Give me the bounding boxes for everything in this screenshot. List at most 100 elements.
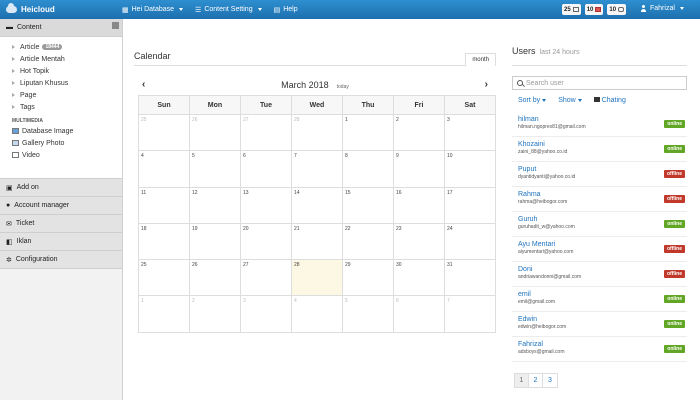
user-name[interactable]: emil bbox=[518, 291, 687, 298]
calendar-day-cell[interactable]: 24 bbox=[445, 223, 496, 261]
badge-chat[interactable]: 10 bbox=[607, 4, 627, 15]
calendar-day-cell[interactable]: 22 bbox=[343, 223, 394, 261]
calendar-day-cell[interactable]: 29 bbox=[343, 260, 394, 297]
calendar-day-cell[interactable]: 5 bbox=[190, 151, 241, 188]
calendar-day-cell[interactable]: 5 bbox=[343, 296, 394, 333]
calendar-day-cell[interactable]: 13 bbox=[241, 187, 292, 224]
user-name[interactable]: Fahrizal bbox=[518, 341, 687, 348]
sidebar-item-liputan-khusus[interactable]: Liputan Khusus bbox=[0, 77, 122, 89]
calendar-day-cell[interactable]: 2 bbox=[190, 296, 241, 333]
calendar-day-cell[interactable]: 30 bbox=[394, 260, 445, 297]
next-month-icon[interactable]: › bbox=[485, 79, 488, 90]
user-name[interactable]: hilman bbox=[518, 116, 687, 123]
user-name[interactable]: Puput bbox=[518, 166, 687, 173]
user-name[interactable]: Edwin bbox=[518, 316, 687, 323]
calendar-day-cell[interactable]: 14 bbox=[292, 187, 343, 224]
user-name[interactable]: Khozaini bbox=[518, 141, 687, 148]
calendar-day-cell[interactable]: 11 bbox=[139, 187, 190, 224]
sidebar-section-iklan[interactable]: ◧ Iklan bbox=[0, 233, 122, 251]
calendar-day-cell[interactable]: 4 bbox=[292, 296, 343, 333]
user-row[interactable]: hilman hilman.ngoprex81@gmail.com online bbox=[512, 112, 687, 137]
calendar-day-cell[interactable]: 26 bbox=[190, 260, 241, 297]
calendar-day-cell[interactable]: 12 bbox=[190, 187, 241, 224]
nav-hei-database[interactable]: ▦ Hei Database bbox=[122, 6, 184, 14]
calendar-day-cell[interactable]: 8 bbox=[343, 151, 394, 188]
user-row[interactable]: emil emil@gmail.com online bbox=[512, 287, 687, 312]
search-user-input[interactable]: Search user bbox=[512, 76, 687, 90]
sidebar-item-tags[interactable]: Tags bbox=[0, 101, 122, 113]
status-badge: offline bbox=[664, 245, 685, 253]
calendar-day-cell[interactable]: 1 bbox=[343, 115, 394, 152]
sidebar-item-article[interactable]: Article 18444 bbox=[0, 41, 122, 53]
calendar-day-cell[interactable]: 6 bbox=[241, 151, 292, 188]
sidebar-item-video[interactable]: Video bbox=[0, 149, 122, 161]
sidebar-section-add-on[interactable]: ▣ Add on bbox=[0, 179, 122, 197]
today-button[interactable]: today bbox=[337, 84, 349, 90]
page-button[interactable]: 3 bbox=[543, 374, 557, 387]
calendar-day-cell[interactable]: 25 bbox=[139, 115, 190, 152]
user-name[interactable]: Doni bbox=[518, 266, 687, 273]
calendar-day-cell[interactable]: 27 bbox=[241, 115, 292, 152]
user-name[interactable]: Rahma bbox=[518, 191, 687, 198]
badge-calendar[interactable]: 10 bbox=[584, 4, 604, 15]
calendar-day-cell[interactable]: 2 bbox=[394, 115, 445, 152]
calendar-day-cell[interactable]: 3 bbox=[445, 115, 496, 152]
calendar-day-cell[interactable]: 21 bbox=[292, 223, 343, 261]
nav-content-setting[interactable]: ☰ Content Setting bbox=[195, 6, 262, 14]
sort-by-dropdown[interactable]: Sort by bbox=[518, 97, 547, 104]
calendar-day-cell[interactable]: 3 bbox=[241, 296, 292, 333]
calendar-day-cell[interactable]: 16 bbox=[394, 187, 445, 224]
calendar-day-cell[interactable]: 31 bbox=[445, 260, 496, 297]
sidebar-section-configuration[interactable]: ✲ Configuration bbox=[0, 251, 122, 269]
calendar-day-cell[interactable]: 4 bbox=[139, 151, 190, 188]
show-dropdown[interactable]: Show bbox=[558, 97, 582, 104]
sidebar-item-article-mentah[interactable]: Article Mentah bbox=[0, 53, 122, 65]
user-name[interactable]: Guruh bbox=[518, 216, 687, 223]
calendar-day-cell[interactable]: 27 bbox=[241, 260, 292, 297]
sidebar-section-account-manager[interactable]: ● Account manager bbox=[0, 197, 122, 215]
chating-link[interactable]: Chating bbox=[593, 97, 626, 104]
user-row[interactable]: Puput dyantidyanti@yahoo.co.id offline bbox=[512, 162, 687, 187]
calendar-day-cell[interactable]: 18 bbox=[139, 223, 190, 261]
user-row[interactable]: Guruh guruhadit_w@yahoo.com online bbox=[512, 212, 687, 237]
badge-keyboard[interactable]: 25 bbox=[562, 4, 581, 15]
sidebar-item-gallery-photo[interactable]: Gallery Photo bbox=[0, 137, 122, 149]
user-row[interactable]: Rahma rahma@heibogor.com offline bbox=[512, 187, 687, 212]
sidebar-section-ticket[interactable]: ✉ Ticket bbox=[0, 215, 122, 233]
nav-help[interactable]: ▤ Help bbox=[274, 6, 298, 14]
calendar-day-cell[interactable]: 7 bbox=[292, 151, 343, 188]
user-row[interactable]: Fahrizal adsboys@gmail.com online bbox=[512, 337, 687, 362]
calendar-day-cell[interactable]: 23 bbox=[394, 223, 445, 261]
brand[interactable]: Heicloud bbox=[0, 3, 122, 14]
user-row[interactable]: Edwin edwin@heibogor.com online bbox=[512, 312, 687, 337]
user-name[interactable]: Ayu Mentari bbox=[518, 241, 687, 248]
user-row[interactable]: Doni andriawandonni@gmail.com offline bbox=[512, 262, 687, 287]
calendar-day-cell[interactable]: 6 bbox=[394, 296, 445, 333]
sidebar-section-content[interactable]: ▬ Content bbox=[0, 19, 122, 37]
calendar-day-cell[interactable]: 25 bbox=[139, 260, 190, 297]
calendar-day-cell[interactable]: 20 bbox=[241, 223, 292, 261]
calendar-day-cell[interactable]: 7 bbox=[445, 296, 496, 333]
tab-month[interactable]: month bbox=[465, 53, 496, 66]
calendar-day-cell[interactable]: 10 bbox=[445, 151, 496, 188]
status-badge: online bbox=[664, 295, 685, 303]
page-button[interactable]: 1 bbox=[515, 374, 529, 387]
sidebar-item-hot-topik[interactable]: Hot Topik bbox=[0, 65, 122, 77]
calendar-day-cell[interactable]: 9 bbox=[394, 151, 445, 188]
user-row[interactable]: Ayu Mentari aiyumentari@yahoo.com offline bbox=[512, 237, 687, 262]
calendar-day-cell[interactable]: 28 bbox=[292, 115, 343, 152]
calendar-day-cell[interactable]: 19 bbox=[190, 223, 241, 261]
collapse-icon[interactable] bbox=[112, 22, 119, 29]
calendar-day-cell[interactable]: 28 bbox=[292, 260, 343, 297]
sidebar-item-page[interactable]: Page bbox=[0, 89, 122, 101]
sidebar-item-database-image[interactable]: Database Image bbox=[0, 125, 122, 137]
calendar-day-cell[interactable]: 17 bbox=[445, 187, 496, 224]
user-row[interactable]: Khozaini zaini_88@yahoo.co.id online bbox=[512, 137, 687, 162]
day-number: 4 bbox=[294, 298, 297, 305]
user-menu[interactable]: Fahrizal bbox=[640, 5, 684, 12]
page-button[interactable]: 2 bbox=[529, 374, 543, 387]
calendar-day-cell[interactable]: 26 bbox=[190, 115, 241, 152]
calendar-day-cell[interactable]: 1 bbox=[139, 296, 190, 333]
calendar-day-cell[interactable]: 15 bbox=[343, 187, 394, 224]
prev-month-icon[interactable]: ‹ bbox=[142, 79, 145, 90]
